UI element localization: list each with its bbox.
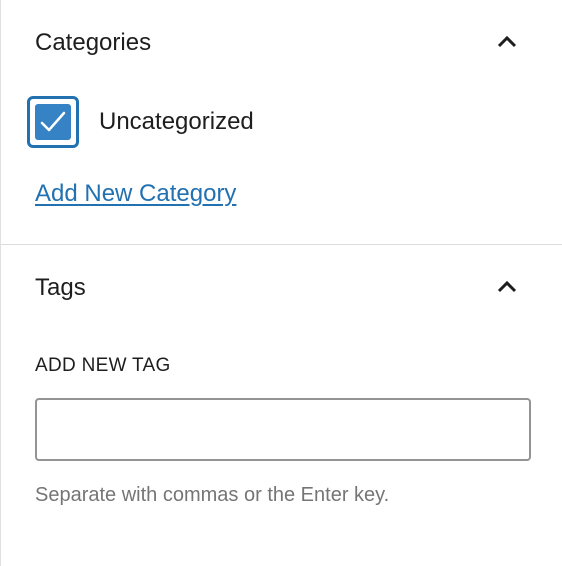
categories-panel: Categories Uncategorized Add New Categor… (1, 0, 562, 245)
add-new-category-link[interactable]: Add New Category (35, 180, 236, 208)
add-new-tag-label: ADD NEW TAG (35, 355, 171, 376)
checkmark-icon (40, 111, 66, 132)
category-checkbox[interactable] (27, 96, 79, 148)
post-settings-panel: Categories Uncategorized Add New Categor… (0, 0, 562, 566)
chevron-up-icon (497, 280, 517, 293)
tags-panel-toggle[interactable]: Tags (1, 245, 561, 331)
checkbox-checked-fill (35, 104, 71, 140)
tags-panel: Tags ADD NEW TAG Separate with commas or… (1, 245, 562, 565)
categories-panel-toggle[interactable]: Categories (1, 0, 561, 86)
category-label: Uncategorized (99, 108, 254, 135)
tags-title: Tags (35, 274, 86, 301)
category-item-uncategorized[interactable]: Uncategorized (27, 92, 254, 152)
add-new-tag-input[interactable] (35, 398, 531, 461)
tags-help-text: Separate with commas or the Enter key. (35, 484, 390, 506)
categories-title: Categories (35, 29, 152, 56)
chevron-up-icon (497, 35, 517, 48)
